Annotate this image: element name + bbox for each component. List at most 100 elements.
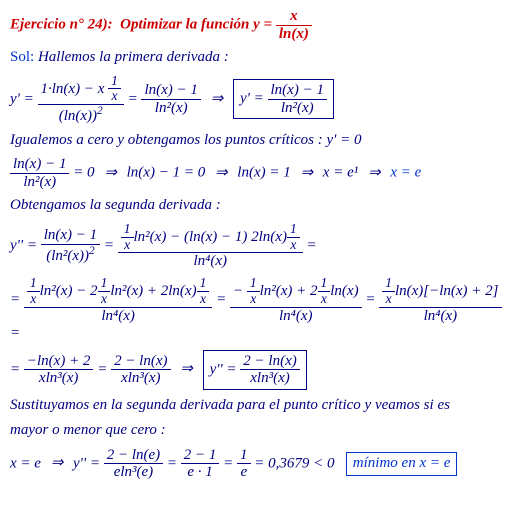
deriv1: y' = 1·ln(x) − x 1x (ln(x))2 = ln(x) − 1… (10, 74, 502, 125)
d: x (247, 292, 260, 307)
f3: 1e (237, 447, 251, 481)
lead: = (10, 361, 24, 377)
mid: ln²(x) − (ln(x) − 1) 2ln(x) (134, 228, 287, 244)
eq: = (365, 291, 379, 307)
eq: = (128, 91, 142, 107)
n: 1xln²(x) − 21xln²(x) + 2ln(x)1x (24, 276, 212, 308)
d1-lhs: y' = (10, 91, 38, 107)
inner-frac: 1x (108, 74, 121, 105)
s4: x = e (390, 165, 421, 181)
f1: 1xln²(x) − 21xln²(x) + 2ln(x)1x ln⁴(x) (24, 276, 212, 324)
d: x (382, 292, 395, 307)
t: (ln(x)) (59, 108, 97, 124)
n: ln(x) − 1 (10, 156, 69, 174)
sf: 1x (98, 276, 111, 307)
n: 1 (98, 276, 111, 292)
trail: = (306, 237, 316, 253)
sf: 1x (197, 276, 210, 307)
t: 1·ln(x) − x (41, 80, 109, 96)
t: ln²(x) + 2ln(x) (110, 283, 196, 299)
arrow-icon: ⇒ (98, 165, 123, 181)
trail: = (10, 325, 20, 341)
sf: 1x (247, 276, 260, 307)
lhs: y'' = (73, 455, 104, 471)
sf: 1x (121, 222, 134, 253)
frac-den: ln(x) (276, 26, 312, 43)
n: 1 (121, 222, 134, 238)
n: 1 (382, 276, 395, 292)
s0: x = e (10, 455, 41, 471)
crit-line: ln(x) − 1ln²(x) = 0 ⇒ ln(x) − 1 = 0 ⇒ ln… (10, 156, 502, 190)
d: xln³(x) (111, 370, 170, 387)
d3c-box: y'' = 2 − ln(x)xln³(x) (203, 350, 307, 390)
f3: 1xln(x)[−ln(x) + 2] ln⁴(x) (379, 276, 501, 324)
n: ln(x) − 1 (41, 227, 100, 245)
pre: − (233, 283, 247, 299)
n: ln(x) − 1 (268, 82, 327, 100)
crit-frac: ln(x) − 1ln²(x) (10, 156, 69, 190)
t: (ln²(x)) (46, 248, 89, 264)
eq: = (167, 455, 181, 471)
s2: ln(x) = 1 (237, 165, 290, 181)
t: ln²(x) − 2 (40, 283, 98, 299)
eq: = (104, 237, 118, 253)
d: ln²(x) (10, 174, 69, 191)
f1: 2 − ln(e)eln³(e) (104, 447, 163, 481)
n: 1xln²(x) − (ln(x) − 1) 2ln(x)1x (118, 222, 303, 254)
d: ln⁴(x) (118, 253, 303, 270)
n: ln(x) − 1 (141, 82, 200, 100)
deriv2c: = −ln(x) + 2xln³(x) = 2 − ln(x)xln³(x) ⇒… (10, 350, 502, 390)
deriv2a: y'' = ln(x) − 1 (ln²(x))2 = 1xln²(x) − (… (10, 222, 502, 270)
bf: 2 − ln(x)xln³(x) (240, 353, 299, 387)
d: ln⁴(x) (379, 308, 501, 325)
n: 2 − ln(x) (111, 353, 170, 371)
title-text: Ejercicio n° 24): Optimizar la función (10, 16, 253, 32)
d: x (98, 292, 111, 307)
text-2: Igualemos a cero y obtengamos los puntos… (10, 131, 502, 151)
n: 1 (318, 276, 331, 292)
d: xln³(x) (240, 370, 299, 387)
d: ln²(x) (268, 100, 327, 117)
eq: = (223, 455, 237, 471)
text-1: Hallemos la primera derivada : (34, 49, 229, 65)
deriv2b: = 1xln²(x) − 21xln²(x) + 2ln(x)1x ln⁴(x)… (10, 276, 502, 344)
text-4b: mayor o menor que cero : (10, 421, 502, 441)
s1: ln(x) − 1 = 0 (127, 165, 206, 181)
arrow-icon: ⇒ (362, 165, 387, 181)
lhs: y'' = (10, 237, 41, 253)
d1-f1-den: (ln(x))2 (38, 105, 124, 125)
n: 1 (197, 276, 210, 292)
n: −ln(x) + 2 (24, 353, 94, 371)
f2: 2 − 1e · 1 (181, 447, 220, 481)
d: (ln²(x))2 (41, 245, 100, 265)
eval-line: x = e ⇒ y'' = 2 − ln(e)eln³(e) = 2 − 1e … (10, 447, 502, 481)
title-frac: xln(x) (276, 8, 312, 42)
n: 1 (27, 276, 40, 292)
n: 1 (287, 222, 300, 238)
t: ln(x)[−ln(x) + 2] (395, 283, 499, 299)
n: 2 − ln(x) (240, 353, 299, 371)
d1-frac1: 1·ln(x) − x 1x (ln(x))2 (38, 74, 124, 125)
n: 1 (237, 447, 251, 465)
arrow-icon: ⇒ (205, 91, 230, 107)
t: ln²(x) + 2 (260, 283, 318, 299)
s3: x = e¹ (323, 165, 358, 181)
n: 2 − ln(e) (104, 447, 163, 465)
eq: = (97, 361, 111, 377)
f2: − 1xln²(x) + 21xln(x) ln⁴(x) (230, 276, 362, 324)
arrow-icon: ⇒ (294, 165, 319, 181)
arrow-icon: ⇒ (45, 455, 70, 471)
line-sol: Sol: Hallemos la primera derivada : (10, 48, 502, 68)
d: xln³(x) (24, 370, 94, 387)
d1-box: y' = ln(x) − 1ln²(x) (233, 79, 334, 119)
n: − 1xln²(x) + 21xln(x) (230, 276, 362, 308)
eq: = (216, 291, 230, 307)
sol-label: Sol: (10, 49, 34, 65)
sf: 1x (27, 276, 40, 307)
f1: −ln(x) + 2xln³(x) (24, 353, 94, 387)
text-3: Obtengamos la segunda derivada : (10, 196, 502, 216)
text-4a: Sustituyamos en la segunda derivada para… (10, 396, 502, 416)
result-box: mínimo en x = e (346, 452, 458, 476)
lhs: y' = (240, 91, 268, 107)
n: 1 (108, 74, 121, 90)
